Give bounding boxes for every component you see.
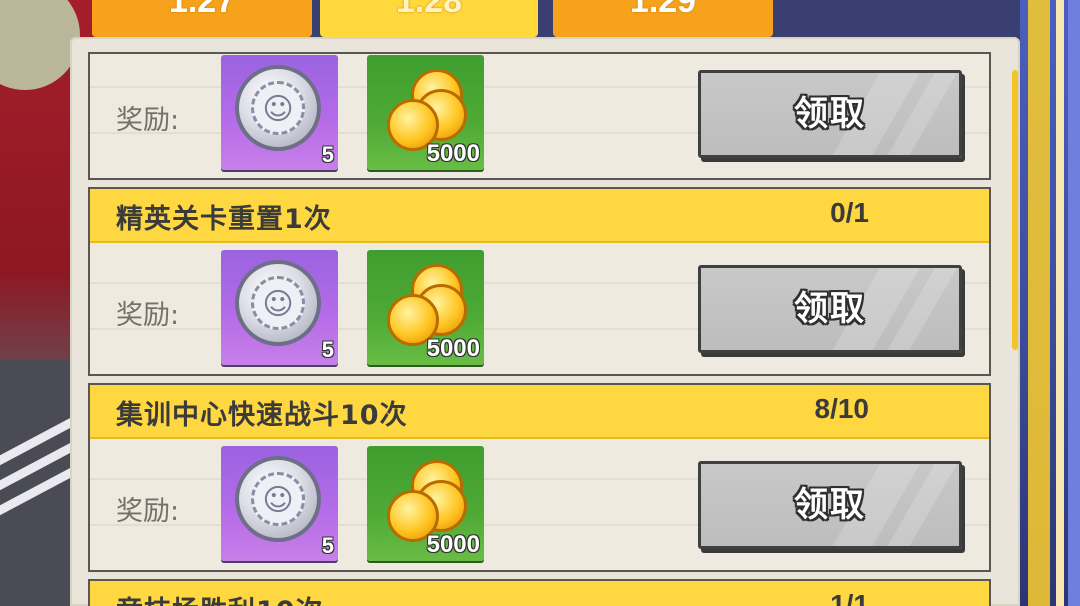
reward-item-gold-coins[interactable]: 5000 xyxy=(367,250,484,365)
reward-item-gold-coins[interactable]: 5000 xyxy=(367,446,484,561)
task-header: 竞技场胜利10次 1/1 xyxy=(90,581,989,606)
reward-count: 5000 xyxy=(426,140,480,167)
scrollbar[interactable] xyxy=(1012,70,1018,350)
character-face xyxy=(0,0,80,90)
background-right-decoration xyxy=(1020,0,1080,606)
date-tab-2[interactable]: 1.28 xyxy=(320,0,538,37)
reward-count: 5 xyxy=(321,142,334,167)
task-header: 精英关卡重置1次 0/1 xyxy=(90,189,989,243)
date-tab-3[interactable]: 1.29 xyxy=(553,0,773,37)
claim-button-label: 领取 xyxy=(794,289,866,329)
silver-smile-coin-icon: ☺ xyxy=(235,65,321,151)
claim-button[interactable]: 领取 xyxy=(698,265,962,353)
task-card: 竞技场胜利10次 1/1 xyxy=(88,579,991,606)
task-progress: 1/1 xyxy=(830,589,869,606)
task-card: 奖励: ☺ 5 5000 领取 xyxy=(88,52,991,180)
reward-item-gold-coins[interactable]: 5000 xyxy=(367,55,484,170)
task-header: 集训中心快速战斗10次 8/10 xyxy=(90,385,989,439)
claim-button[interactable]: 领取 xyxy=(698,461,962,549)
claim-button[interactable]: 领取 xyxy=(698,70,962,158)
silver-smile-coin-icon: ☺ xyxy=(235,456,321,542)
task-card: 精英关卡重置1次 0/1 奖励: ☺ 5 5000 领取 xyxy=(88,187,991,376)
task-card: 集训中心快速战斗10次 8/10 奖励: ☺ 5 5000 领取 xyxy=(88,383,991,572)
reward-count: 5 xyxy=(321,337,334,362)
task-title: 集训中心快速战斗10次 xyxy=(116,400,408,431)
silver-smile-coin-icon: ☺ xyxy=(235,260,321,346)
reward-count: 5000 xyxy=(426,531,480,558)
reward-label: 奖励: xyxy=(116,300,180,331)
reward-item-silver-coin[interactable]: ☺ 5 xyxy=(221,55,338,170)
task-title: 精英关卡重置1次 xyxy=(116,204,332,235)
reward-item-silver-coin[interactable]: ☺ 5 xyxy=(221,446,338,561)
date-tab-1[interactable]: 1.27 xyxy=(92,0,312,37)
reward-item-silver-coin[interactable]: ☺ 5 xyxy=(221,250,338,365)
reward-count: 5 xyxy=(321,533,334,558)
reward-label: 奖励: xyxy=(116,105,180,136)
claim-button-label: 领取 xyxy=(794,485,866,525)
reward-label: 奖励: xyxy=(116,496,180,527)
task-progress: 8/10 xyxy=(814,393,870,424)
task-title: 竞技场胜利10次 xyxy=(116,589,324,606)
task-progress: 0/1 xyxy=(830,197,869,228)
reward-count: 5000 xyxy=(426,335,480,362)
claim-button-label: 领取 xyxy=(794,94,866,134)
